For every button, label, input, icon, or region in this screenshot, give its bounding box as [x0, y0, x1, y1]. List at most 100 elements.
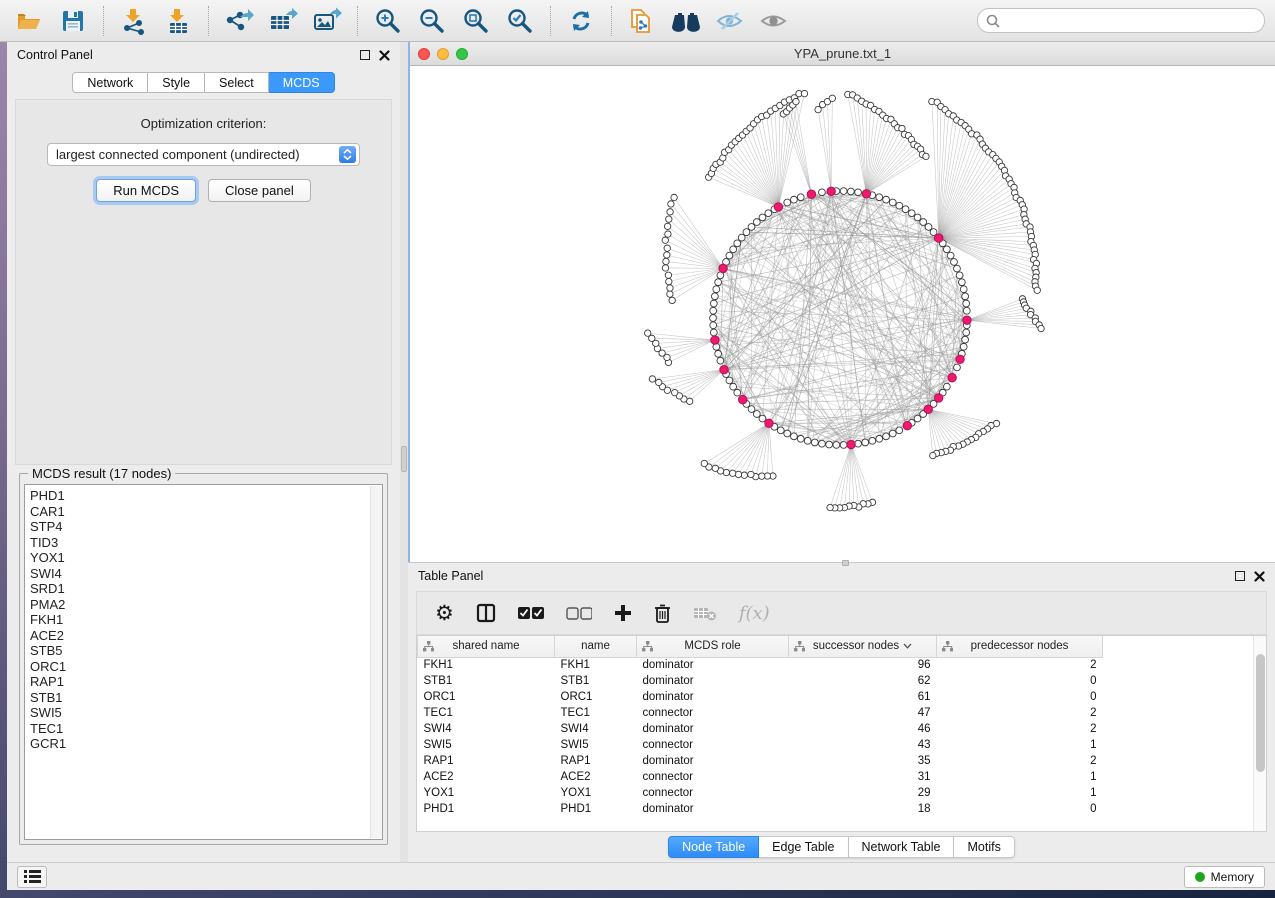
network-node[interactable] [896, 202, 903, 209]
network-node[interactable] [710, 322, 717, 329]
network-node[interactable] [958, 279, 965, 286]
tab-network-table[interactable]: Network Table [849, 836, 955, 858]
run-mcds-button[interactable]: Run MCDS [96, 179, 196, 202]
network-node[interactable] [777, 427, 784, 434]
mcds-result-item[interactable]: RAP1 [30, 674, 382, 690]
network-node[interactable] [784, 430, 791, 437]
mcds-result-item[interactable]: YOX1 [30, 550, 382, 566]
network-leaf-node[interactable] [827, 504, 833, 510]
export-image-button[interactable] [308, 4, 346, 38]
network-node[interactable] [715, 350, 722, 357]
table-scrollbar-thumb[interactable] [1256, 654, 1265, 772]
network-node[interactable] [840, 188, 847, 195]
column-header-name[interactable]: name [555, 636, 637, 657]
mcds-node[interactable] [739, 395, 747, 403]
network-node[interactable] [710, 329, 717, 336]
mcds-node[interactable] [934, 394, 942, 402]
mcds-node[interactable] [963, 316, 971, 324]
network-leaf-node[interactable] [930, 452, 936, 458]
open-file-button[interactable] [10, 4, 48, 38]
table-row[interactable]: RAP1RAP1dominator352 [418, 753, 1103, 769]
network-node[interactable] [734, 389, 741, 396]
mcds-node[interactable] [862, 190, 870, 198]
network-node[interactable] [855, 189, 862, 196]
add-column-button[interactable] [614, 598, 632, 628]
network-node[interactable] [711, 293, 718, 300]
network-node[interactable] [869, 437, 876, 444]
table-row[interactable]: ORC1ORC1dominator610 [418, 689, 1103, 705]
network-node[interactable] [710, 315, 717, 322]
mcds-node[interactable] [934, 234, 942, 242]
network-node[interactable] [765, 210, 772, 217]
table-row[interactable]: YOX1YOX1connector291 [418, 785, 1103, 801]
network-node[interactable] [759, 214, 766, 221]
mcds-node[interactable] [807, 190, 815, 198]
network-titlebar[interactable]: YPA_prune.txt_1 [410, 42, 1275, 66]
mcds-node[interactable] [948, 373, 956, 381]
network-leaf-node[interactable] [664, 223, 670, 229]
mcds-node[interactable] [924, 405, 932, 413]
mcds-result-item[interactable]: PMA2 [30, 597, 382, 613]
table-options-button[interactable]: ⚙ [435, 598, 454, 628]
delete-column-button[interactable] [654, 598, 671, 628]
table-row[interactable]: FKH1FKH1dominator962 [418, 657, 1103, 673]
tab-mcds[interactable]: MCDS [269, 72, 335, 93]
tab-edge-table[interactable]: Edge Table [759, 836, 848, 858]
network-view[interactable] [410, 66, 1275, 562]
network-node[interactable] [954, 265, 961, 272]
search-input[interactable] [1005, 14, 1256, 28]
zoom-selected-button[interactable] [501, 4, 539, 38]
network-leaf-node[interactable] [801, 90, 807, 96]
network-leaf-node[interactable] [1038, 325, 1044, 331]
network-node[interactable] [784, 199, 791, 206]
network-leaf-node[interactable] [662, 265, 668, 271]
network-node[interactable] [963, 329, 970, 336]
column-header-predecessor-nodes[interactable]: predecessor nodes [937, 636, 1103, 657]
network-node[interactable] [876, 435, 883, 442]
mcds-node[interactable] [956, 355, 964, 363]
column-header-shared-name[interactable]: shared name [418, 636, 555, 657]
network-leaf-node[interactable] [829, 95, 835, 101]
network-leaf-node[interactable] [656, 379, 662, 385]
network-leaf-node[interactable] [662, 237, 668, 243]
network-node[interactable] [840, 442, 847, 449]
network-node[interactable] [748, 224, 755, 231]
select-all-button[interactable] [518, 598, 544, 628]
network-leaf-node[interactable] [741, 472, 747, 478]
network-node[interactable] [914, 415, 921, 422]
mcds-node[interactable] [774, 203, 782, 211]
network-node[interactable] [710, 300, 717, 307]
network-node[interactable] [753, 411, 760, 418]
network-node[interactable] [759, 415, 766, 422]
mcds-node[interactable] [847, 440, 855, 448]
mcds-node[interactable] [765, 419, 773, 427]
network-node[interactable] [962, 336, 969, 343]
tab-motifs[interactable]: Motifs [954, 836, 1014, 858]
network-leaf-node[interactable] [649, 376, 655, 382]
network-node[interactable] [753, 219, 760, 226]
network-node[interactable] [862, 439, 869, 446]
tab-select[interactable]: Select [205, 72, 269, 93]
memory-button[interactable]: Memory [1184, 866, 1265, 888]
hide-selected-button[interactable] [711, 4, 749, 38]
network-leaf-node[interactable] [793, 98, 799, 104]
zoom-fit-button[interactable] [457, 4, 495, 38]
save-session-button[interactable] [54, 4, 92, 38]
network-leaf-node[interactable] [644, 330, 650, 336]
network-leaf-node[interactable] [1034, 287, 1040, 293]
network-node[interactable] [819, 440, 826, 447]
network-leaf-node[interactable] [923, 153, 929, 159]
network-node[interactable] [726, 377, 733, 384]
network-node[interactable] [715, 279, 722, 286]
show-all-button[interactable] [755, 4, 793, 38]
network-leaf-node[interactable] [664, 245, 670, 251]
mcds-result-item[interactable]: STP4 [30, 519, 382, 535]
network-leaf-node[interactable] [666, 278, 672, 284]
mcds-result-item[interactable]: TID3 [30, 535, 382, 551]
network-leaf-node[interactable] [669, 297, 675, 303]
network-leaf-node[interactable] [668, 201, 674, 207]
network-leaf-node[interactable] [712, 465, 718, 471]
float-table-panel-icon[interactable] [1235, 571, 1245, 581]
network-node[interactable] [889, 430, 896, 437]
zoom-in-button[interactable] [369, 4, 407, 38]
